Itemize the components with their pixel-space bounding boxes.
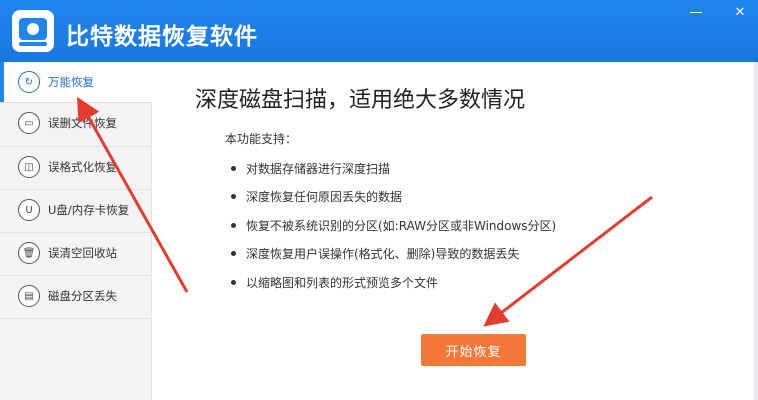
bullet-icon	[231, 166, 236, 171]
feature-intro: 本功能支持：	[225, 132, 298, 146]
sidebar-item-usb-card-recovery[interactable]: U U盘/内存卡恢复	[0, 190, 152, 230]
minimize-button[interactable]: —	[686, 6, 706, 20]
drive-icon: ▭	[18, 112, 40, 134]
feature-text: 深度恢复用户误操作(格式化、删除)导致的数据丢失	[246, 247, 520, 261]
main-panel: 深度磁盘扫描，适用绝大多数情况 本功能支持： 对数据存储器进行深度扫描 深度恢复…	[153, 62, 758, 400]
feature-text: 深度恢复任何原因丢失的数据	[246, 190, 403, 204]
sidebar-item-deleted-file-recovery[interactable]: ▭ 误删文件恢复	[0, 103, 152, 143]
close-button[interactable]: ✕	[730, 6, 750, 20]
bullet-icon	[231, 223, 236, 228]
bullet-icon	[231, 251, 236, 256]
feature-item: 深度恢复任何原因丢失的数据	[231, 188, 402, 205]
sidebar-item-label: 误格式化恢复	[48, 160, 117, 174]
sidebar-item-recycle-bin-recovery[interactable]: 🗑 误清空回收站	[0, 233, 152, 273]
app-logo	[12, 10, 54, 52]
feature-text: 以缩略图和列表的形式预览多个文件	[246, 276, 439, 290]
feature-text: 恢复不被系统识别的分区(如:RAW分区或非Windows分区)	[246, 219, 557, 233]
feature-item: 以缩略图和列表的形式预览多个文件	[231, 274, 438, 291]
usb-icon: U	[18, 199, 40, 221]
sidebar-item-label: 误删文件恢复	[48, 116, 117, 130]
scrollbar[interactable]	[754, 62, 758, 400]
bullet-icon	[231, 280, 236, 285]
sidebar: ↻ 万能恢复 ▭ 误删文件恢复 ◫ 误格式化恢复 U U盘/内存卡恢复 🗑 误清…	[0, 62, 152, 400]
sidebar-item-label: 误清空回收站	[48, 246, 117, 260]
sidebar-item-label: 万能恢复	[48, 75, 94, 89]
feature-item: 深度恢复用户误操作(格式化、删除)导致的数据丢失	[231, 245, 519, 262]
sidebar-item-label: 磁盘分区丢失	[48, 289, 117, 303]
refresh-icon: ↻	[18, 71, 40, 93]
sidebar-item-partition-recovery[interactable]: ▤ 磁盘分区丢失	[0, 276, 152, 316]
feature-item: 对数据存储器进行深度扫描	[231, 160, 390, 177]
app-title: 比特数据恢复软件	[66, 24, 258, 50]
bullet-icon	[231, 194, 236, 199]
sidebar-item-label: U盘/内存卡恢复	[48, 203, 130, 217]
disk-format-icon: ◫	[18, 156, 40, 178]
feature-text: 对数据存储器进行深度扫描	[246, 162, 391, 176]
title-bar: 比特数据恢复软件 — ✕	[0, 0, 758, 62]
page-title: 深度磁盘扫描，适用绝大多数情况	[195, 88, 526, 113]
sidebar-item-universal-recovery[interactable]: ↻ 万能恢复	[0, 62, 152, 102]
sidebar-item-format-recovery[interactable]: ◫ 误格式化恢复	[0, 147, 152, 187]
trash-icon: 🗑	[18, 242, 40, 264]
divider	[0, 318, 152, 319]
start-recovery-button[interactable]: 开始恢复	[421, 334, 526, 366]
feature-item: 恢复不被系统识别的分区(如:RAW分区或非Windows分区)	[231, 217, 556, 234]
partition-icon: ▤	[18, 285, 40, 307]
